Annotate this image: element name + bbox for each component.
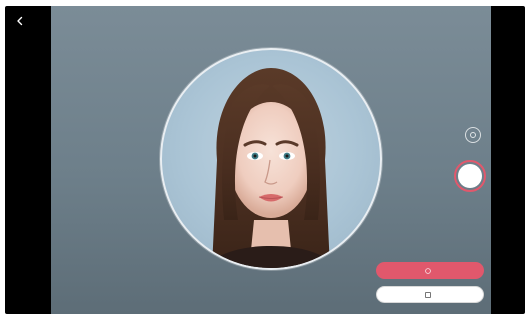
- back-button[interactable]: [11, 12, 29, 30]
- camera-screen: [5, 6, 525, 314]
- chevron-left-icon: [15, 16, 25, 26]
- face-capture-circle: [160, 48, 382, 270]
- shutter-inner: [458, 164, 482, 188]
- shutter-button[interactable]: [454, 160, 486, 192]
- camera-mode-icon: [470, 132, 476, 138]
- gallery-icon: [424, 291, 431, 298]
- secondary-action-button[interactable]: [376, 286, 484, 303]
- camera-mode-toggle[interactable]: [465, 127, 481, 143]
- info-icon: [424, 267, 431, 274]
- primary-action-button[interactable]: [376, 262, 484, 279]
- app-frame: [0, 0, 531, 315]
- portrait-photo: [202, 68, 340, 268]
